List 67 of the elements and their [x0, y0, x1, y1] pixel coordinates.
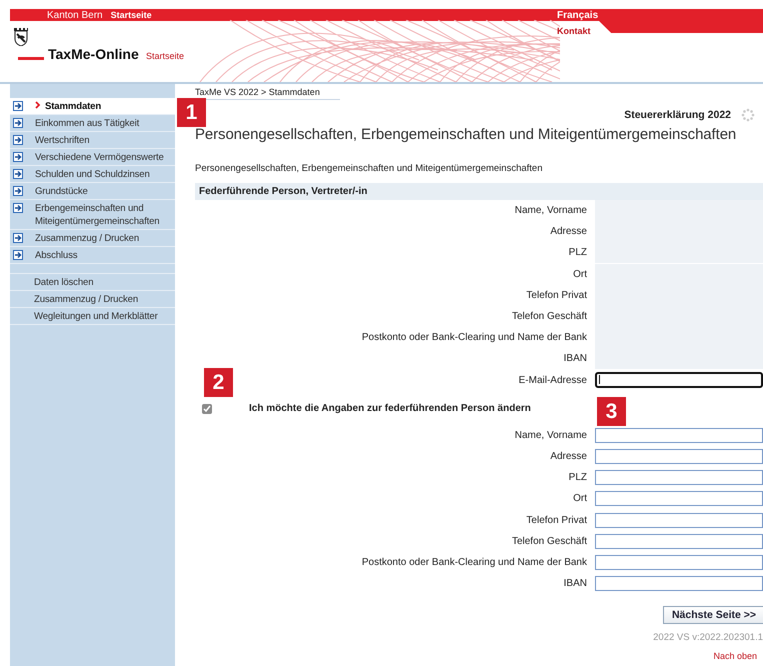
sidebar-item[interactable]: Schulden und Schuldzinsen — [10, 166, 175, 183]
input-field[interactable] — [595, 372, 763, 388]
sidebar-link[interactable]: Daten löschen — [10, 274, 175, 291]
sidebar-item[interactable]: Verschiedene Vermögenswerte — [10, 149, 175, 166]
field-label: Postkonto oder Bank-Clearing und Name der Bank — [362, 332, 588, 344]
field-label: Telefon Privat — [526, 290, 588, 301]
next-page-button[interactable]: Nächste Seite >> — [662, 606, 763, 624]
sidebar-item[interactable]: Einkommen aus Tätigkeit — [10, 115, 175, 132]
input-field[interactable] — [595, 448, 763, 464]
arrow-right-icon — [13, 186, 23, 196]
callout-badge: 2 — [204, 368, 233, 397]
field-label: Ort — [573, 493, 588, 504]
field-label: PLZ — [568, 247, 588, 258]
arrow-right-icon — [13, 250, 23, 260]
app-name: TaxMe-Online — [48, 46, 139, 62]
version-text: 2022 VS v:2022.202301.1 — [652, 632, 763, 644]
loading-spinner-icon — [741, 108, 755, 122]
back-to-top-link[interactable]: Nach oben — [713, 651, 757, 662]
form-title: Steuererklärung 2022 — [624, 109, 731, 121]
arrow-right-icon — [13, 135, 23, 145]
sidebar-item[interactable]: Abschluss — [10, 247, 175, 264]
callout-badge: 1 — [177, 98, 206, 127]
sidebar-link[interactable]: Wegleitungen und Merkblätter — [10, 308, 175, 325]
arrow-right-icon — [13, 118, 23, 128]
page-title: Personengesellschaften, Erbengemeinschaften und Miteigentümergemeinschaften — [195, 126, 738, 143]
arrow-right-icon — [13, 101, 23, 111]
logo-underline — [18, 57, 44, 60]
language-link[interactable]: Français — [557, 10, 598, 20]
sidebar-item[interactable]: Stammdaten — [10, 98, 175, 115]
home-link[interactable]: Startseite — [146, 51, 184, 61]
field-label: Telefon Geschäft — [512, 311, 588, 322]
sidebar-item[interactable]: Grundstücke — [10, 183, 175, 200]
field-label: PLZ — [568, 472, 588, 484]
page-subtitle: Personengesellschaften, Erbengemeinschaften und Miteigentümergemeinschaften — [195, 163, 544, 174]
input-field[interactable] — [595, 512, 763, 528]
arrow-right-icon — [13, 169, 23, 179]
bear-crest-icon — [14, 28, 28, 46]
checkbox-label: Ich möchte die Angaben zur federführenden Person ändern — [249, 403, 531, 414]
field-label: E-Mail-Adresse — [518, 374, 588, 386]
sidebar-item[interactable]: Erbengemeinschaften und Miteigentümergemeinschaften — [10, 200, 175, 230]
field-label: Name, Vorname — [514, 205, 588, 216]
top-bar-link[interactable]: Startseite — [110, 10, 152, 20]
field-label: Adresse — [550, 226, 588, 238]
sidebar-item[interactable]: Wertschriften — [10, 132, 175, 149]
field-label: Name, Vorname — [514, 430, 588, 441]
field-label: Postkonto oder Bank-Clearing und Name der Bank — [362, 556, 588, 568]
canton-name: Kanton Bern — [47, 10, 103, 20]
field-label: IBAN — [564, 353, 588, 364]
sidebar-link[interactable]: Zusammenzug / Drucken — [10, 291, 175, 308]
callout-badge: 3 — [597, 397, 626, 426]
field-label: Telefon Privat — [526, 514, 588, 526]
input-field[interactable] — [595, 491, 763, 506]
arrow-right-icon — [13, 152, 23, 162]
field-label: Ort — [573, 268, 588, 280]
section-header: Federführende Person, Vertreter/-in — [195, 183, 763, 200]
input-field[interactable] — [595, 428, 763, 443]
arrow-right-icon — [13, 203, 23, 213]
field-label: Telefon Geschäft — [512, 536, 588, 547]
input-field[interactable] — [595, 554, 763, 570]
input-field[interactable] — [595, 576, 763, 592]
input-field[interactable] — [595, 534, 763, 549]
arrow-right-icon — [13, 233, 23, 243]
contact-link[interactable]: Kontakt — [557, 26, 590, 36]
input-field[interactable] — [595, 470, 763, 486]
field-label: IBAN — [564, 578, 588, 590]
field-label: Adresse — [550, 450, 588, 462]
sidebar-item[interactable]: Zusammenzug / Drucken — [10, 230, 175, 247]
